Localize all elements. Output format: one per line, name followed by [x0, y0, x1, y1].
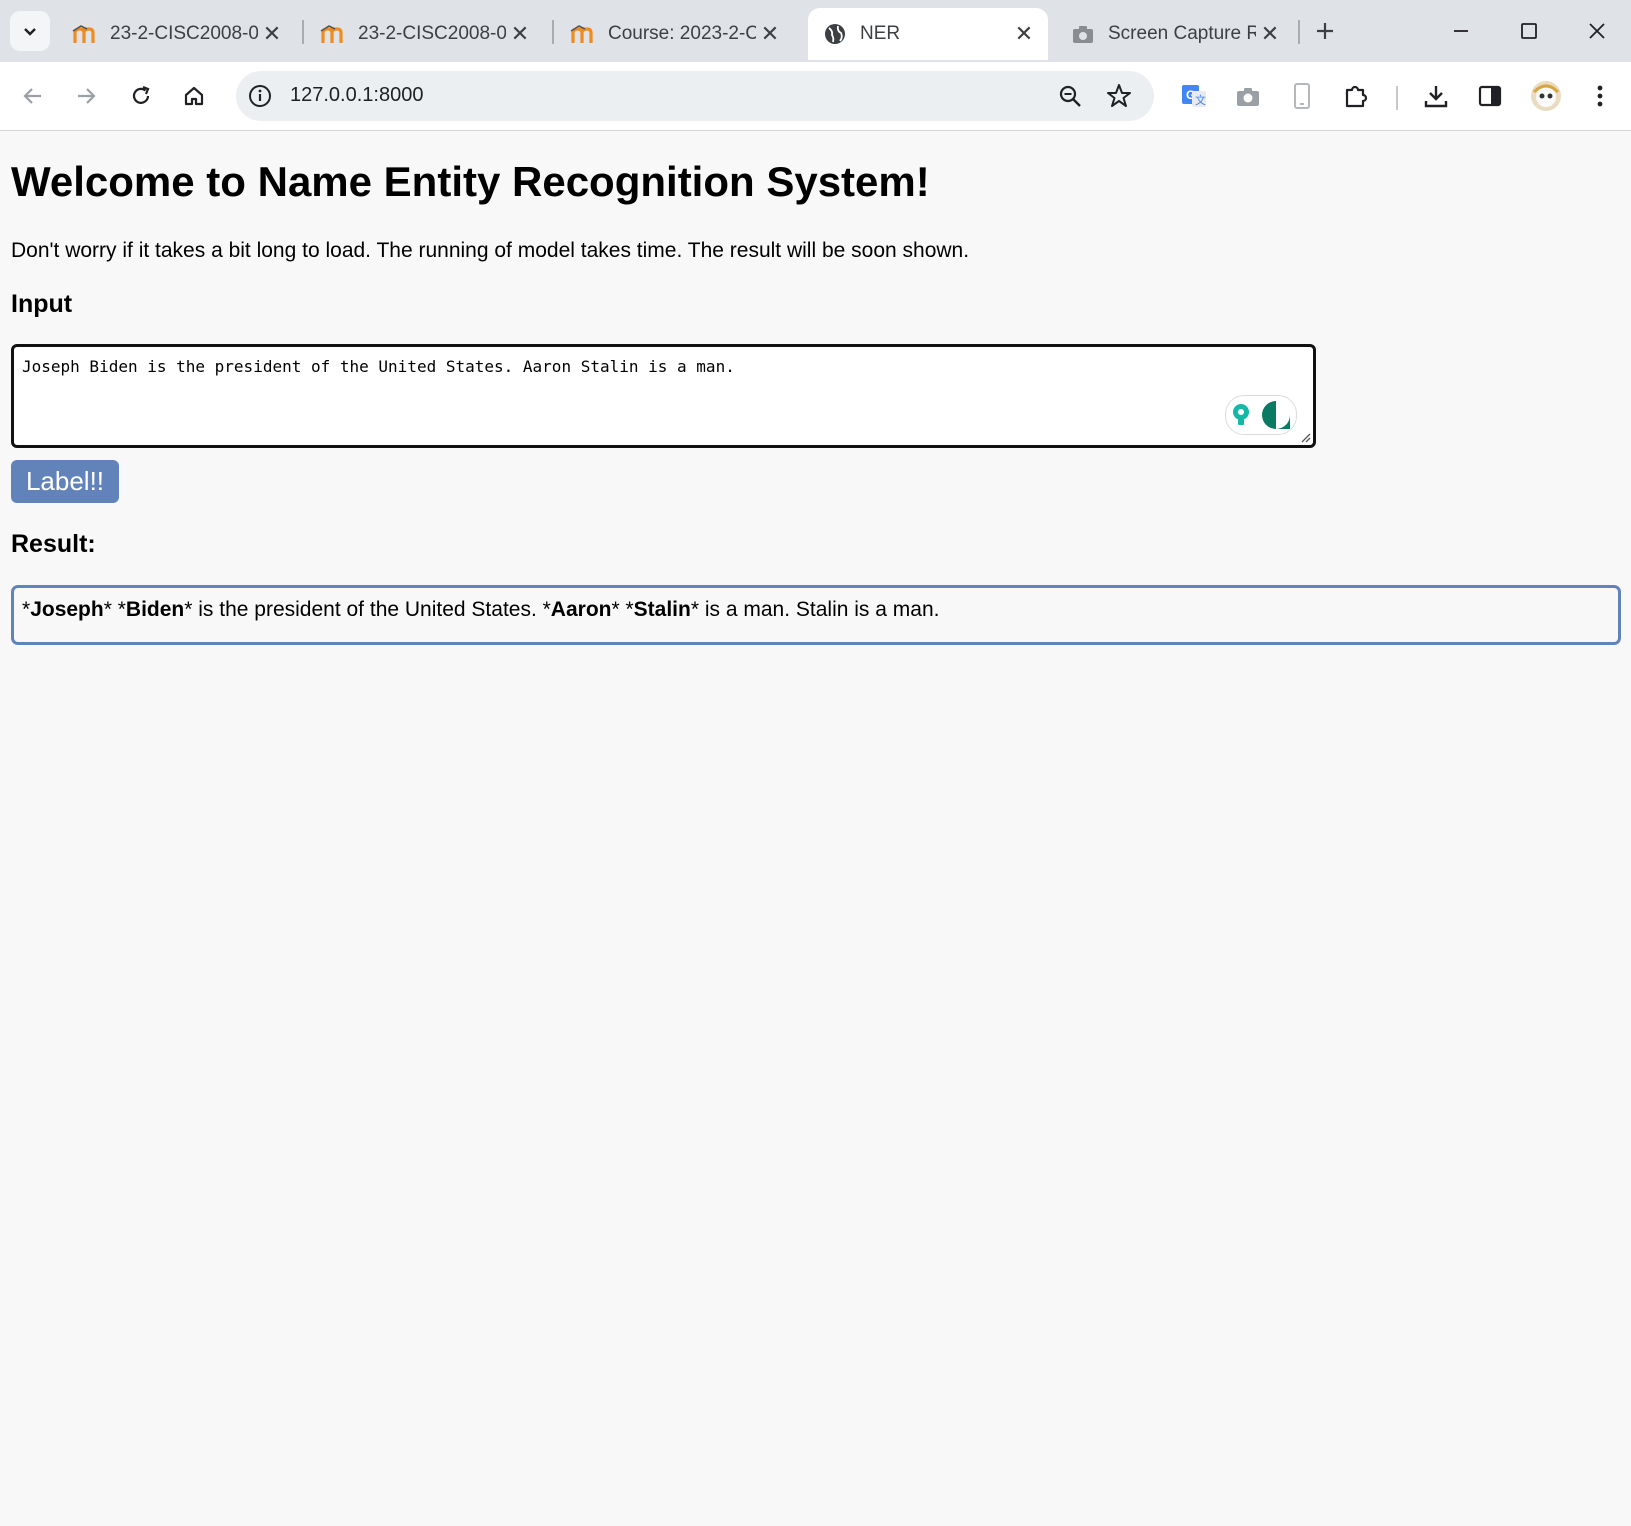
close-icon[interactable]: ✕	[1256, 20, 1284, 48]
extensions-button[interactable]	[1336, 76, 1376, 116]
device-extension-button[interactable]	[1282, 76, 1322, 116]
entity-highlight: Biden	[125, 598, 185, 621]
tab-divider	[552, 20, 554, 44]
input-heading: Input	[11, 290, 73, 318]
arrow-right-icon	[78, 88, 96, 104]
result-segment: * is the president of the United States.…	[184, 598, 551, 621]
globe-icon	[822, 21, 848, 47]
tab-search-button[interactable]	[10, 11, 50, 51]
menu-button[interactable]	[1580, 76, 1620, 116]
input-textarea[interactable]: Joseph Biden is the president of the Uni…	[14, 347, 1313, 445]
close-icon[interactable]: ✕	[258, 20, 286, 48]
puzzle-icon	[1345, 85, 1368, 108]
side-panel-icon	[1478, 85, 1502, 107]
tab-divider	[302, 20, 304, 44]
label-button[interactable]: Label!!	[11, 460, 119, 503]
moodle-icon	[72, 21, 98, 47]
lightbulb-icon	[1233, 404, 1249, 425]
reload-button[interactable]	[121, 76, 161, 116]
google-translate-button[interactable]: G文	[1174, 76, 1214, 116]
star-icon[interactable]	[1106, 83, 1132, 109]
more-vertical-icon	[1597, 85, 1603, 107]
tab-1[interactable]: 23-2-CISC2008-00 ✕	[58, 8, 296, 60]
translate-icon: G文	[1182, 85, 1206, 107]
avatar	[1531, 81, 1561, 111]
toolbar-divider	[1396, 86, 1398, 110]
result-segment: *	[22, 598, 31, 621]
info-icon[interactable]	[248, 84, 272, 108]
moodle-icon	[570, 21, 596, 47]
loading-notice: Don't worry if it takes a bit long to lo…	[11, 239, 970, 262]
tab-title: 23-2-CISC2008-00	[358, 23, 506, 44]
result-text: *Joseph* *Biden* is the president of the…	[22, 598, 939, 621]
tab-title: Course: 2023-2-Cl	[608, 23, 756, 44]
entity-highlight: Stalin	[633, 598, 691, 621]
close-icon	[1589, 23, 1605, 39]
minimize-icon	[1454, 30, 1468, 32]
grammarly-widget[interactable]	[1225, 395, 1297, 435]
back-button[interactable]	[13, 76, 53, 116]
downloads-button[interactable]	[1416, 76, 1456, 116]
zoom-icon[interactable]	[1058, 84, 1082, 108]
address-url[interactable]: 127.0.0.1:8000	[290, 84, 423, 107]
close-window-button[interactable]	[1572, 10, 1622, 52]
input-textarea-container: Joseph Biden is the president of the Uni…	[11, 344, 1316, 448]
arrow-left-icon	[23, 88, 41, 104]
home-icon	[184, 86, 204, 106]
camera-icon	[1237, 88, 1259, 106]
home-button[interactable]	[174, 76, 214, 116]
tab-3[interactable]: Course: 2023-2-Cl ✕	[556, 8, 794, 60]
tab-title: NER	[860, 23, 901, 44]
new-tab-button[interactable]	[1308, 14, 1342, 48]
forward-button[interactable]	[66, 76, 106, 116]
close-icon[interactable]: ✕	[506, 20, 534, 48]
address-bar[interactable]: 127.0.0.1:8000	[236, 71, 1154, 121]
page-title: Welcome to Name Entity Recognition Syste…	[11, 158, 930, 205]
entity-highlight: Joseph	[30, 598, 104, 621]
moodle-icon	[320, 21, 346, 47]
result-heading: Result:	[11, 530, 96, 558]
download-icon	[1424, 86, 1448, 108]
screenshot-extension-button[interactable]	[1228, 76, 1268, 116]
grammarly-icon	[1262, 401, 1290, 429]
tab-5[interactable]: Screen Capture Re ✕	[1056, 8, 1294, 60]
reload-icon	[132, 85, 150, 104]
camera-icon	[1070, 21, 1096, 47]
result-box: *Joseph* *Biden* is the president of the…	[11, 585, 1621, 645]
result-segment: * is a man. Stalin is a man.	[690, 598, 940, 621]
chevron-down-icon	[24, 28, 36, 36]
tab-title: 23-2-CISC2008-00	[110, 23, 258, 44]
close-icon[interactable]: ✕	[756, 20, 784, 48]
maximize-button[interactable]	[1504, 10, 1554, 52]
tab-strip: 23-2-CISC2008-00 ✕ 23-2-CISC2008-00 ✕ Co…	[0, 0, 1631, 62]
result-segment: * *	[611, 598, 634, 621]
phone-icon	[1294, 83, 1310, 109]
entity-highlight: Aaron	[550, 598, 612, 621]
resize-grip-icon[interactable]	[1299, 431, 1311, 443]
maximize-icon	[1521, 23, 1537, 39]
tab-title: Screen Capture Re	[1108, 23, 1256, 44]
minimize-button[interactable]	[1436, 10, 1486, 52]
result-segment: * *	[103, 598, 126, 621]
browser-toolbar: 127.0.0.1:8000 G文	[0, 62, 1631, 131]
close-icon[interactable]: ✕	[1010, 20, 1038, 48]
tab-4-active[interactable]: NER ✕	[808, 8, 1048, 60]
tab-2[interactable]: 23-2-CISC2008-00 ✕	[306, 8, 544, 60]
plus-icon	[1317, 23, 1333, 39]
side-panel-button[interactable]	[1470, 76, 1510, 116]
profile-button[interactable]	[1526, 76, 1566, 116]
tab-divider	[1298, 20, 1300, 44]
svg-text:文: 文	[1195, 93, 1206, 107]
